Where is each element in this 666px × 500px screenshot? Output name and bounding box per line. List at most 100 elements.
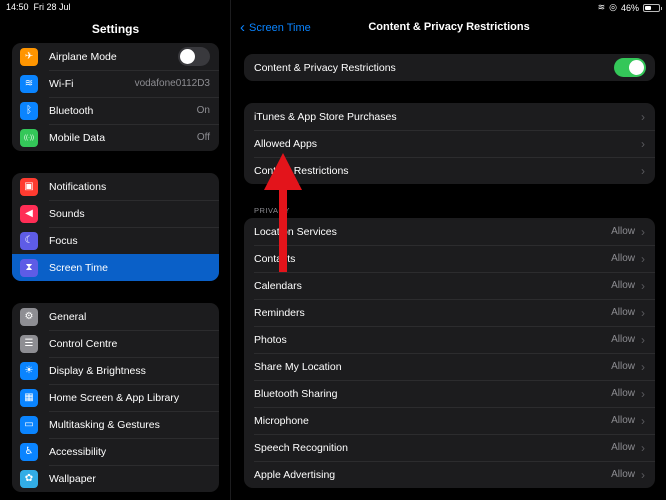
chevron-right-icon: › xyxy=(641,305,645,320)
sidebar-group-general: ⚙ General ☰ Control Centre ☀ Display & Bright… xyxy=(12,303,219,492)
gear-icon: ⚙ xyxy=(20,307,38,326)
status-right: ≋ ◎ 46% xyxy=(597,2,662,13)
privacy-row-photos[interactable]: Photos Allow › xyxy=(244,326,655,353)
sidebar-item-general[interactable]: ⚙ General xyxy=(12,303,219,330)
sidebar-item-airplane-mode[interactable]: ✈ Airplane Mode xyxy=(12,43,219,70)
row-label: Photos xyxy=(254,333,287,346)
wifi-status-icon: ≋ xyxy=(597,2,606,12)
master-toggle-card: Content & Privacy Restrictions xyxy=(244,54,655,81)
hourglass-icon: ⧗ xyxy=(20,258,38,277)
sidebar-item-screen-time[interactable]: ⧗ Screen Time xyxy=(12,254,219,281)
sidebar-item-label: Multitasking & Gestures xyxy=(49,418,160,431)
row-label: Calendars xyxy=(254,279,302,292)
store-restrictions-card: iTunes & App Store Purchases › Allowed App… xyxy=(244,103,655,184)
privacy-row-speech-recognition[interactable]: Speech Recognition Allow › xyxy=(244,434,655,461)
chevron-right-icon: › xyxy=(641,136,645,151)
flower-icon: ✿ xyxy=(20,469,38,488)
sidebar-item-control-centre[interactable]: ☰ Control Centre xyxy=(12,330,219,357)
row-label: Microphone xyxy=(254,414,309,427)
wifi-icon: ≋ xyxy=(20,74,38,93)
sidebar-item-label: Focus xyxy=(49,234,78,247)
home-grid-icon: ▦ xyxy=(20,388,38,407)
speaker-icon: ◀ xyxy=(20,204,38,223)
privacy-row-location-services[interactable]: Location Services Allow › xyxy=(244,218,655,245)
privacy-row-contacts[interactable]: Contacts Allow › xyxy=(244,245,655,272)
page-title: Content & Privacy Restrictions xyxy=(368,21,530,33)
chevron-right-icon: › xyxy=(641,251,645,266)
sidebar-item-notifications[interactable]: ▣ Notifications xyxy=(12,173,219,200)
row-label: Allowed Apps xyxy=(254,137,318,150)
row-value: Allow xyxy=(611,226,635,237)
sidebar-item-label: Screen Time xyxy=(49,261,108,274)
detail-pane: ‹ Screen Time Content & Privacy Restrict… xyxy=(232,0,666,500)
privacy-row-apple-advertising[interactable]: Apple Advertising Allow › xyxy=(244,461,655,488)
sidebar-item-mobile-data[interactable]: ((·)) Mobile Data Off xyxy=(12,124,219,151)
store-row-itunes-app-store-purchases[interactable]: iTunes & App Store Purchases › xyxy=(244,103,655,130)
sidebar-item-sounds[interactable]: ◀ Sounds xyxy=(12,200,219,227)
chevron-right-icon: › xyxy=(641,109,645,124)
sidebar-item-home-screen-app-library[interactable]: ▦ Home Screen & App Library xyxy=(12,384,219,411)
sidebar-item-focus[interactable]: ☾ Focus xyxy=(12,227,219,254)
chevron-right-icon: › xyxy=(641,359,645,374)
sidebar-item-value: Off xyxy=(196,132,210,143)
row-value: Allow xyxy=(611,307,635,318)
row-value: Allow xyxy=(611,361,635,372)
row-label: Bluetooth Sharing xyxy=(254,387,338,400)
privacy-row-reminders[interactable]: Reminders Allow › xyxy=(244,299,655,326)
row-value: Allow xyxy=(611,469,635,480)
sidebar-item-label: Display & Brightness xyxy=(49,364,146,377)
sidebar-item-bluetooth[interactable]: ᛒ Bluetooth On xyxy=(12,97,219,124)
airplane-mode-toggle[interactable] xyxy=(178,47,210,66)
switches-icon: ☰ xyxy=(20,334,38,353)
privacy-row-bluetooth-sharing[interactable]: Bluetooth Sharing Allow › xyxy=(244,380,655,407)
privacy-row-calendars[interactable]: Calendars Allow › xyxy=(244,272,655,299)
content-privacy-toggle-row: Content & Privacy Restrictions xyxy=(244,54,655,81)
sidebar-item-label: Mobile Data xyxy=(49,131,106,144)
store-row-allowed-apps[interactable]: Allowed Apps › xyxy=(244,130,655,157)
row-value: Allow xyxy=(611,388,635,399)
sidebar-group-notifications: ▣ Notifications ◀ Sounds ☾ Focus ⧗ Screen Time xyxy=(12,173,219,281)
sidebar-item-value: vodafone0112D3 xyxy=(134,78,210,89)
privacy-row-microphone[interactable]: Microphone Allow › xyxy=(244,407,655,434)
sidebar-item-label: Notifications xyxy=(49,180,107,193)
privacy-row-share-my-location[interactable]: Share My Location Allow › xyxy=(244,353,655,380)
location-status-icon: ◎ xyxy=(609,2,617,12)
sidebar-item-label: Control Centre xyxy=(49,337,118,350)
sidebar-item-wallpaper[interactable]: ✿ Wallpaper xyxy=(12,465,219,492)
sidebar-item-wi-fi[interactable]: ≋ Wi-Fi vodafone0112D3 xyxy=(12,70,219,97)
accessibility-icon: ♿ xyxy=(20,442,38,461)
sidebar-title: Settings xyxy=(91,22,140,36)
sidebar-item-display-brightness[interactable]: ☀ Display & Brightness xyxy=(12,357,219,384)
row-label: Share My Location xyxy=(254,360,342,373)
status-bar: 14:50 Fri 28 Jul ≋ ◎ 46% xyxy=(0,0,666,14)
row-label: Location Services xyxy=(254,225,337,238)
chevron-right-icon: › xyxy=(641,386,645,401)
moon-icon: ☾ xyxy=(20,231,38,250)
bell-icon: ▣ xyxy=(20,177,38,196)
row-label: Content Restrictions xyxy=(254,164,349,177)
row-label: Contacts xyxy=(254,252,296,265)
privacy-card: Location Services Allow › Contacts Allow › Cal… xyxy=(244,218,655,488)
sidebar-group-connectivity: ✈ Airplane Mode ≋ Wi-Fi vodafone0112D3 ᛒ Bluet… xyxy=(12,43,219,151)
row-value: Allow xyxy=(611,253,635,264)
brightness-icon: ☀ xyxy=(20,361,38,380)
chevron-right-icon: › xyxy=(641,467,645,482)
row-label: iTunes & App Store Purchases xyxy=(254,110,397,123)
master-toggle-label: Content & Privacy Restrictions xyxy=(254,61,396,74)
sidebar-item-label: Bluetooth xyxy=(49,104,94,117)
chevron-right-icon: › xyxy=(641,224,645,239)
row-label: Reminders xyxy=(254,306,305,319)
row-value: Allow xyxy=(611,280,635,291)
sidebar-item-multitasking-gestures[interactable]: ▭ Multitasking & Gestures xyxy=(12,411,219,438)
chevron-right-icon: › xyxy=(641,413,645,428)
sidebar-item-label: General xyxy=(49,310,87,323)
row-label: Apple Advertising xyxy=(254,468,336,481)
store-row-content-restrictions[interactable]: Content Restrictions › xyxy=(244,157,655,184)
sidebar-item-accessibility[interactable]: ♿ Accessibility xyxy=(12,438,219,465)
battery-icon xyxy=(643,3,662,12)
sidebar-item-label: Accessibility xyxy=(49,445,107,458)
sidebar-item-label: Wi-Fi xyxy=(49,77,74,90)
settings-sidebar: Settings ✈ Airplane Mode ≋ Wi-Fi vodafone011… xyxy=(0,0,231,500)
content-privacy-toggle[interactable] xyxy=(614,58,646,77)
sidebar-item-label: Airplane Mode xyxy=(49,50,117,63)
